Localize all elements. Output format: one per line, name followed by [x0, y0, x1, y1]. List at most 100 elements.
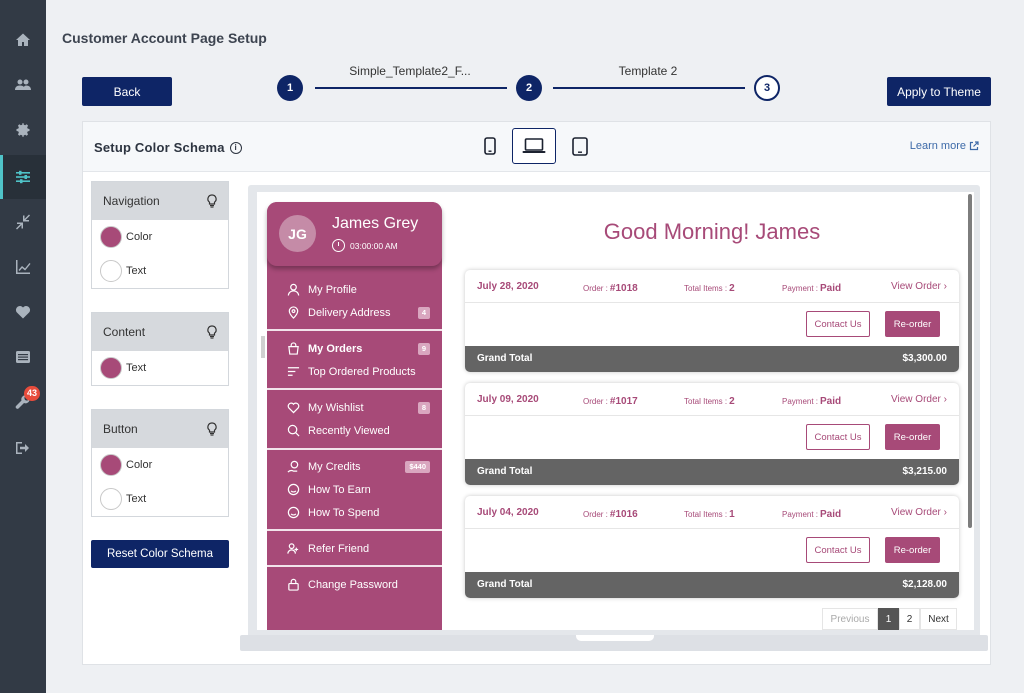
mobile-icon[interactable]: [468, 128, 512, 164]
pagination-next[interactable]: Next: [920, 608, 957, 630]
view-order-label: View Order: [891, 507, 941, 518]
coins-icon: [287, 460, 299, 473]
menu-my-orders[interactable]: My Orders 9: [287, 342, 436, 355]
order-items-label: Total Items :: [684, 284, 728, 293]
view-order-link[interactable]: View Order ›: [891, 394, 947, 405]
view-order-link[interactable]: View Order ›: [891, 281, 947, 292]
earn-icon: [287, 483, 300, 496]
heart-icon[interactable]: [0, 290, 46, 334]
users-icon[interactable]: [0, 63, 46, 107]
navigation-panel-header: Navigation: [92, 182, 228, 220]
step-connector: [315, 87, 507, 89]
customer-header: JG James Grey 03:00:00 AM: [267, 202, 442, 266]
button-text-swatch[interactable]: [100, 488, 122, 510]
grand-total-bar: Grand Total $2,128.00: [465, 572, 959, 598]
contact-us-button[interactable]: Contact Us: [806, 424, 870, 450]
preview-scrollbar[interactable]: [968, 194, 972, 528]
order-number: Order : #1018: [583, 283, 638, 294]
chart-line-icon[interactable]: [0, 245, 46, 289]
step-2-label: Simple_Template2_F...: [349, 64, 471, 78]
menu-delivery-address-label: Delivery Address: [308, 306, 391, 319]
menu-how-to-earn[interactable]: How To Earn: [287, 483, 371, 496]
contact-us-button[interactable]: Contact Us: [806, 311, 870, 337]
app-sidebar: 43: [0, 0, 46, 693]
sliders-icon[interactable]: [0, 155, 46, 199]
gear-icon[interactable]: [0, 108, 46, 152]
apply-to-theme-button[interactable]: Apply to Theme: [887, 77, 991, 106]
content-text-label: Text: [126, 362, 147, 374]
order-number-value: #1016: [609, 509, 638, 520]
button-text-row[interactable]: Text: [92, 482, 228, 516]
menu-my-wishlist[interactable]: My Wishlist 8: [287, 401, 436, 414]
order-items-value: 2: [729, 396, 735, 407]
info-icon[interactable]: i: [229, 141, 242, 154]
menu-delivery-address[interactable]: Delivery Address 4: [287, 306, 436, 319]
menu-recently-viewed-label: Recently Viewed: [308, 424, 390, 437]
grand-total-bar: Grand Total $3,300.00: [465, 346, 959, 372]
menu-how-to-spend-label: How To Spend: [308, 506, 380, 519]
order-payment: Payment : Paid: [782, 283, 841, 294]
navigation-text-swatch[interactable]: [100, 260, 122, 282]
learn-more-link[interactable]: Learn more: [910, 140, 979, 152]
order-summary: July 09, 2020 Order : #1017 Total Items :…: [465, 383, 959, 416]
order-payment-value: Paid: [820, 283, 842, 294]
pagination-previous[interactable]: Previous: [822, 608, 878, 630]
navigation-text-row[interactable]: Text: [92, 254, 228, 288]
menu-top-ordered-products[interactable]: Top Ordered Products: [287, 365, 416, 378]
location-icon: [288, 306, 299, 319]
content-text-row[interactable]: Text: [92, 351, 228, 385]
pagination-page-current[interactable]: 1: [878, 608, 899, 630]
lightbulb-icon[interactable]: [206, 325, 218, 339]
list-icon[interactable]: [0, 335, 46, 379]
menu-refer-friend-label: Refer Friend: [308, 542, 370, 555]
tablet-icon[interactable]: [558, 128, 602, 164]
notification-badge: 43: [24, 386, 41, 401]
lightbulb-icon[interactable]: [206, 194, 218, 208]
content-panel-title: Content: [103, 325, 146, 339]
content-panel-header: Content: [92, 313, 228, 351]
menu-my-wishlist-label: My Wishlist: [308, 401, 364, 414]
step-2[interactable]: 2: [516, 75, 542, 101]
customer-time-text: 03:00:00 AM: [350, 240, 398, 251]
order-items: Total Items :2: [684, 283, 735, 294]
menu-top-ordered-label: Top Ordered Products: [308, 365, 416, 378]
menu-refer-friend[interactable]: Refer Friend: [287, 542, 369, 555]
re-order-button[interactable]: Re-order: [885, 424, 940, 450]
menu-my-credits-label: My Credits: [308, 460, 361, 473]
navigation-color-swatch[interactable]: [100, 226, 122, 248]
menu-how-to-spend[interactable]: How To Spend: [287, 506, 379, 519]
view-order-link[interactable]: View Order ›: [891, 507, 947, 518]
view-order-label: View Order: [891, 394, 941, 405]
back-button[interactable]: Back: [82, 77, 172, 106]
compress-icon[interactable]: [0, 200, 46, 244]
step-3[interactable]: 3: [754, 75, 780, 101]
home-icon[interactable]: [0, 18, 46, 62]
external-link-icon: [969, 141, 979, 151]
customer-time: 03:00:00 AM: [332, 239, 398, 252]
step-1[interactable]: 1: [277, 75, 303, 101]
pagination-page-2[interactable]: 2: [899, 608, 920, 630]
reset-color-schema-button[interactable]: Reset Color Schema: [91, 540, 229, 568]
laptop-icon[interactable]: [512, 128, 556, 164]
re-order-button[interactable]: Re-order: [885, 311, 940, 337]
lightbulb-icon[interactable]: [206, 422, 218, 436]
menu-change-password[interactable]: Change Password: [287, 578, 398, 591]
button-color-row[interactable]: Color: [92, 448, 228, 482]
menu-my-credits[interactable]: My Credits $440: [287, 460, 436, 473]
orders-badge: 9: [417, 342, 430, 355]
contact-us-button[interactable]: Contact Us: [806, 537, 870, 563]
step-connector: [553, 87, 745, 89]
button-color-swatch[interactable]: [100, 454, 122, 476]
delivery-badge: 4: [417, 306, 430, 319]
menu-my-profile[interactable]: My Profile: [287, 283, 357, 296]
content-text-swatch[interactable]: [100, 357, 122, 379]
navigation-text-label: Text: [126, 265, 147, 277]
navigation-color-row[interactable]: Color: [92, 220, 228, 254]
step-3-label: Template 2: [618, 64, 678, 78]
grand-total-label: Grand Total: [477, 579, 533, 590]
sign-out-icon[interactable]: [0, 426, 46, 470]
order-items: Total Items :1: [684, 509, 735, 520]
re-order-button[interactable]: Re-order: [885, 537, 940, 563]
wrench-icon[interactable]: [0, 380, 46, 424]
menu-recently-viewed[interactable]: Recently Viewed: [287, 424, 390, 437]
